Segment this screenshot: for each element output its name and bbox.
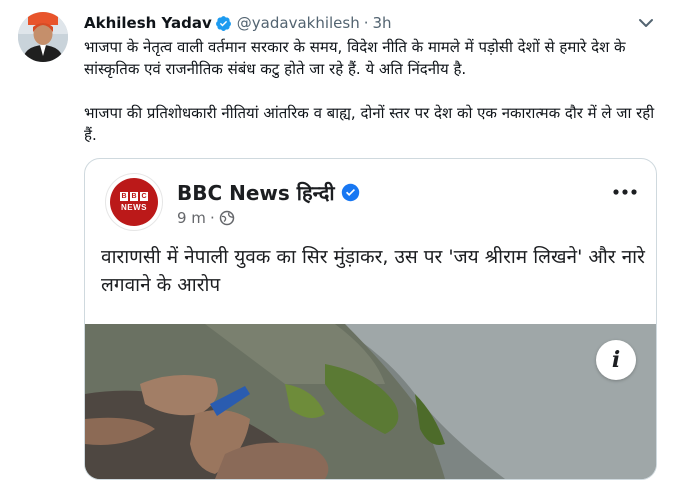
card-image[interactable]: i (85, 324, 656, 479)
author-handle[interactable]: @yadavakhilesh (237, 14, 360, 32)
bbc-logo-badge: B B C NEWS (110, 178, 158, 226)
bbc-news-logo[interactable]: B B C NEWS (105, 173, 163, 231)
card-time[interactable]: 9 m (177, 209, 206, 227)
card-page-name-row: BBC News हिन्दी (177, 179, 360, 206)
bbc-logo-letter: C (140, 192, 148, 201)
separator-dot: · (209, 209, 215, 227)
avatar[interactable] (18, 12, 68, 62)
news-photo (85, 324, 656, 479)
tweet[interactable]: Akhilesh Yadav @yadavakhilesh · 3h भाजपा… (0, 0, 675, 486)
bbc-logo-boxes: B B C (120, 192, 148, 201)
ellipsis-icon (613, 189, 637, 195)
bbc-logo-news-word: NEWS (121, 203, 147, 212)
verified-badge-icon (341, 183, 359, 202)
tweet-paragraph-1: भाजपा के नेतृत्व वाली वर्तमान सरकार के स… (84, 38, 626, 78)
card-meta: 9 m · (177, 209, 235, 227)
embedded-post-card[interactable]: B B C NEWS BBC News हिन्दी 9 m · वाराणसी… (84, 158, 657, 480)
separator-dot: · (363, 14, 369, 32)
bbc-logo-letter: B (130, 192, 138, 201)
card-headline[interactable]: वाराणसी में नेपाली युवक का सिर मुंड़ाकर,… (101, 243, 646, 299)
author-name[interactable]: Akhilesh Yadav (84, 14, 212, 32)
info-button[interactable]: i (596, 340, 636, 380)
tweet-text: भाजपा के नेतृत्व वाली वर्तमान सरकार के स… (84, 36, 664, 146)
bbc-logo-letter: B (120, 192, 128, 201)
verified-badge-icon (215, 15, 231, 31)
avatar-image (18, 12, 68, 62)
tweet-paragraph-2: भाजपा की प्रतिशोधकारी नीतियां आंतरिक व ब… (84, 104, 655, 144)
tweet-time[interactable]: 3h (373, 14, 392, 32)
card-more-button[interactable] (612, 183, 638, 195)
card-page-name[interactable]: BBC News हिन्दी (177, 179, 335, 206)
tweet-more-button[interactable] (635, 12, 657, 34)
chevron-down-icon (639, 19, 653, 27)
tweet-header: Akhilesh Yadav @yadavakhilesh · 3h (84, 12, 392, 34)
globe-icon (219, 210, 234, 226)
